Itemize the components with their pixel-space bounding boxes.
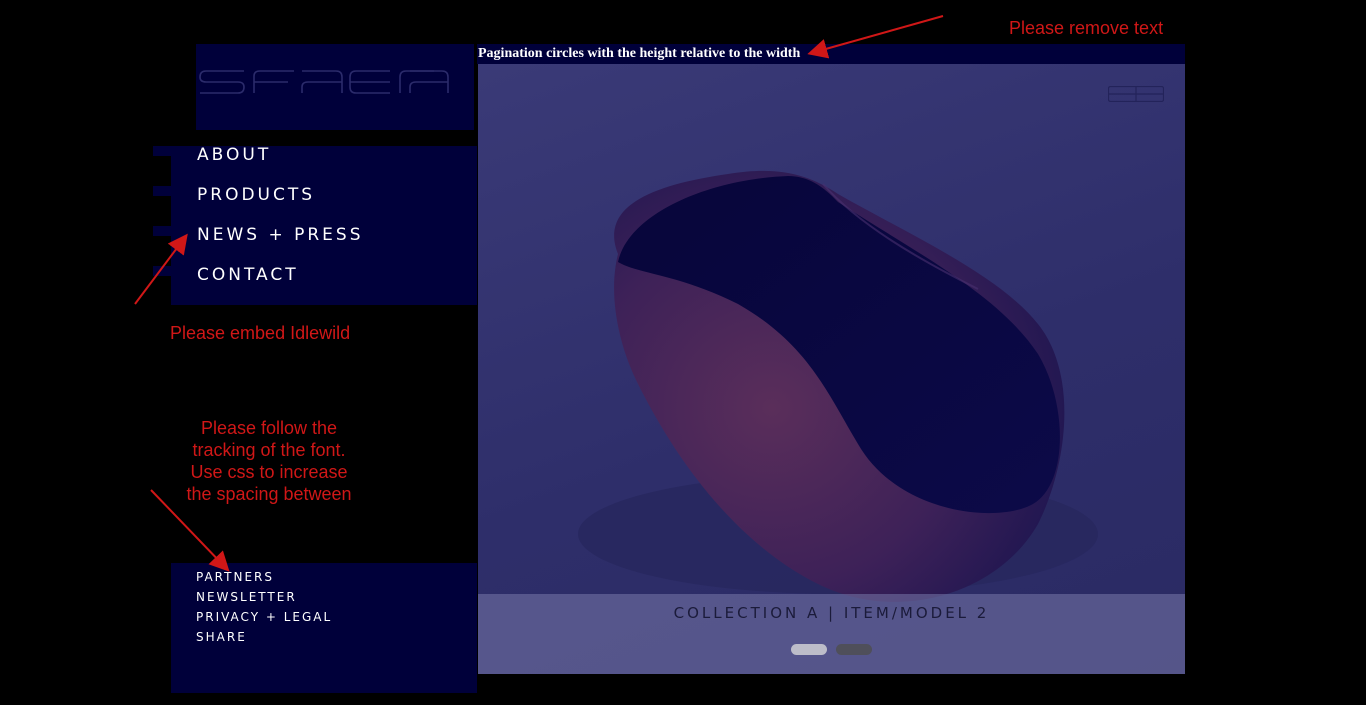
nav-item-contact[interactable]: CONTACT [197,265,299,285]
nav-tab-decoration [153,266,173,276]
logo-panel[interactable] [196,44,474,130]
annotation-embed-font: Please embed Idlewild [170,323,351,343]
footer-link-newsletter[interactable]: NEWSLETTER [196,590,297,604]
sfaera-logo [199,70,449,94]
nav-item-about[interactable]: ABOUT [197,145,271,165]
nav-tab-decoration [153,226,173,236]
footer-link-share[interactable]: SHARE [196,630,247,644]
annotation-tracking: Please follow the tracking of the font. … [170,417,368,505]
chair-image [578,170,1098,602]
annotation-line: tracking of the font. [192,440,346,460]
annotation-line: Use css to increase [190,462,348,482]
footer-link-partners[interactable]: PARTNERS [196,570,274,584]
nav-item-products[interactable]: PRODUCTS [197,185,315,205]
annotation-line: Please follow the [200,418,338,438]
footer-link-privacy-legal[interactable]: PRIVACY + LEGAL [196,610,332,624]
hero-slider: COLLECTION A | ITEM/MODEL 2 [478,64,1185,674]
annotation-remove-text: Please remove text [1009,18,1164,38]
pagination-dot-1[interactable] [791,644,827,655]
pagination-dot-2[interactable] [836,644,872,655]
nav-tab-decoration [153,146,173,156]
header-text: Pagination circles with the height relat… [478,46,801,61]
slide-caption: COLLECTION A | ITEM/MODEL 2 [673,604,990,622]
annotation-line: the spacing between [186,484,352,504]
grid-view-icon[interactable] [1108,86,1164,102]
nav-tab-decoration [153,186,173,196]
nav-item-news-press[interactable]: NEWS + PRESS [197,225,364,245]
